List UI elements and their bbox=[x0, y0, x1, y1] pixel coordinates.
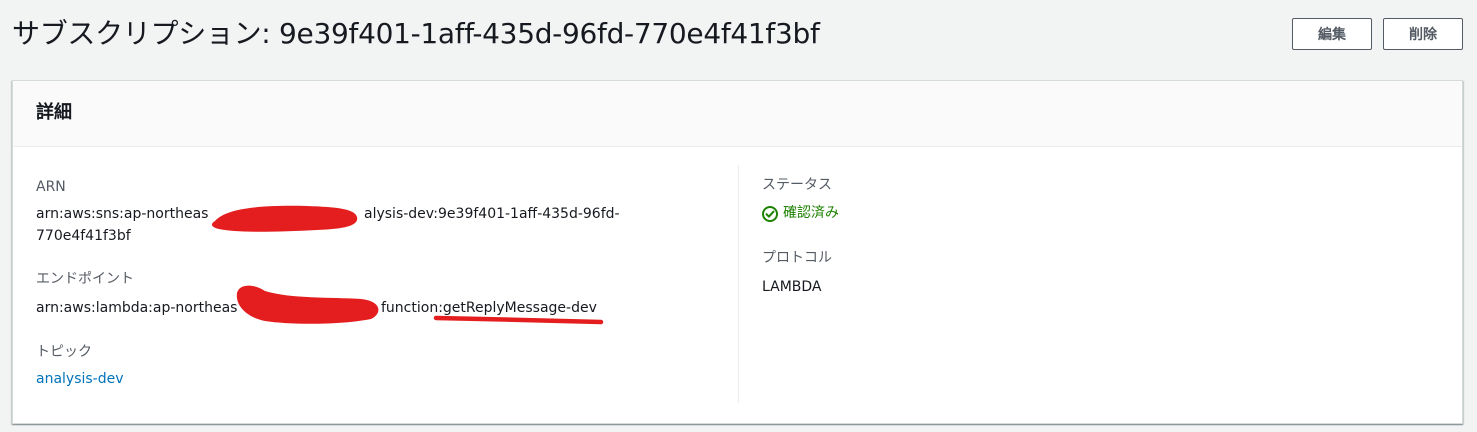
page-header: サブスクリプション: 9e39f401-1aff-435d-96fd-770e4… bbox=[0, 0, 1477, 70]
arn-value-part1: arn:aws:sns:ap-northeas bbox=[36, 206, 209, 222]
details-title: 詳細 bbox=[36, 102, 72, 123]
details-panel: 詳細 ARN arn:aws:sns:ap-northeas alysis-de… bbox=[12, 80, 1463, 424]
status-label: ステータス bbox=[762, 177, 832, 193]
edit-button[interactable]: 編集 bbox=[1292, 18, 1372, 50]
protocol-value: LAMBDA bbox=[762, 279, 822, 295]
protocol-label: プロトコル bbox=[762, 250, 832, 266]
page-title: サブスクリプション: 9e39f401-1aff-435d-96fd-770e4… bbox=[12, 17, 820, 50]
status-text: 確認済み bbox=[783, 205, 839, 221]
status-check-icon bbox=[762, 205, 778, 222]
redaction-mark-arn bbox=[211, 205, 358, 232]
redaction-mark-endpoint bbox=[236, 285, 379, 324]
endpoint-label: エンドポイント bbox=[36, 271, 134, 287]
topic-link[interactable]: analysis-dev bbox=[36, 369, 124, 390]
arn-value-part2: alysis-dev:9e39f401-1aff-435d-96fd- bbox=[364, 206, 620, 222]
topic-label: トピック bbox=[36, 344, 92, 360]
details-panel-header: 詳細 bbox=[13, 81, 1462, 147]
endpoint-value-part1: arn:aws:lambda:ap-northeas bbox=[36, 300, 238, 316]
arn-label: ARN bbox=[36, 179, 66, 195]
delete-button[interactable]: 削除 bbox=[1383, 18, 1463, 50]
annotation-underline bbox=[433, 315, 604, 325]
arn-value-line2: 770e4f41f3bf bbox=[36, 228, 131, 244]
column-divider bbox=[738, 165, 739, 403]
status-value: 確認済み bbox=[762, 203, 839, 224]
